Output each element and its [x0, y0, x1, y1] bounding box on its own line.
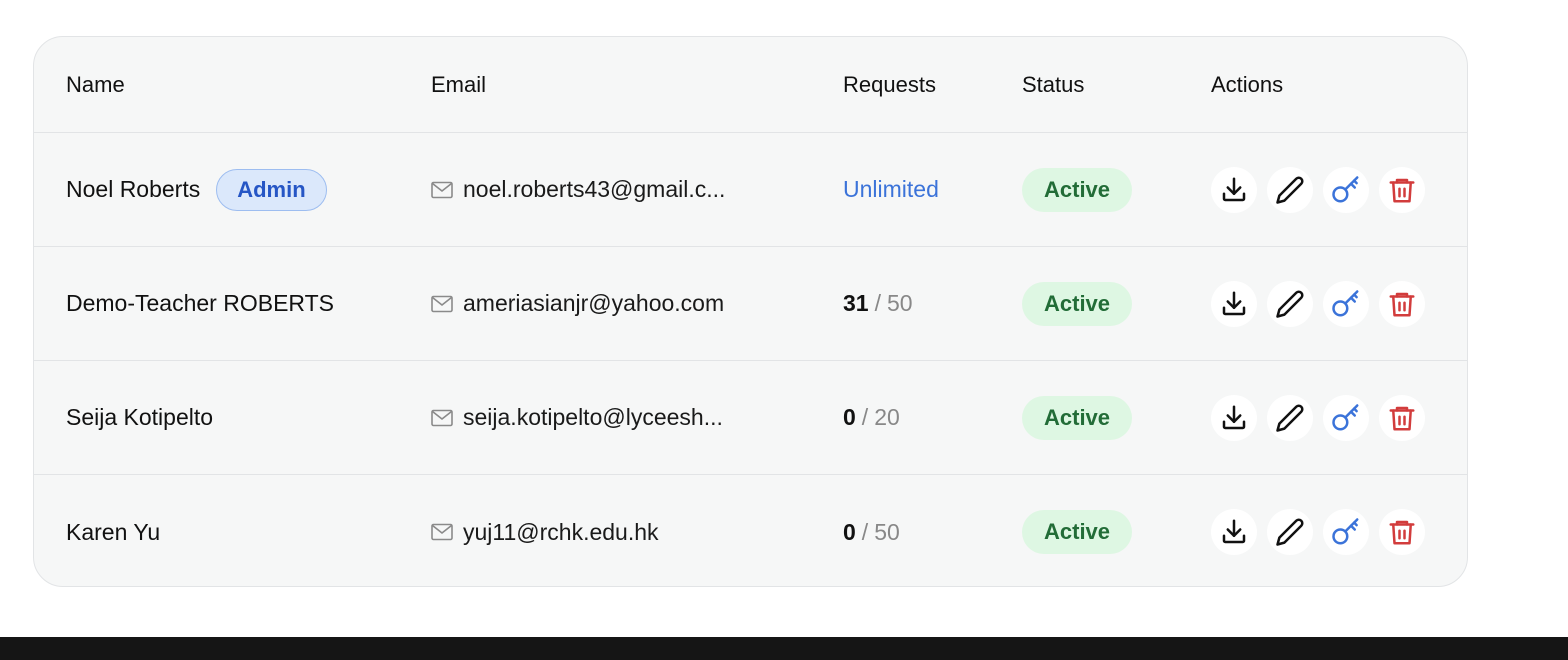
requests-cell: 0 / 20: [843, 361, 900, 474]
delete-button[interactable]: [1379, 280, 1425, 327]
email-cell: yuj11@rchk.edu.hk: [431, 475, 659, 586]
trash-icon: [1389, 178, 1415, 202]
requests-separator: /: [861, 404, 869, 430]
actions-cell: [1211, 133, 1435, 246]
trash-icon: [1389, 520, 1415, 545]
download-button[interactable]: [1211, 280, 1257, 327]
requests-separator: /: [861, 518, 869, 545]
header-actions: Actions: [1211, 71, 1284, 97]
delete-button[interactable]: [1379, 166, 1425, 213]
key-icon: [1332, 175, 1359, 202]
requests-used: 0: [843, 404, 856, 430]
requests-total: 50: [874, 518, 900, 545]
key-button[interactable]: [1323, 166, 1369, 213]
status-cell: Active: [1022, 361, 1133, 474]
mail-icon: [431, 295, 453, 312]
delete-button[interactable]: [1379, 394, 1425, 441]
actions-cell: [1211, 361, 1435, 474]
status-badge: Active: [1022, 281, 1133, 326]
download-icon: [1222, 519, 1246, 544]
requests-unlimited: Unlimited: [843, 176, 939, 202]
trash-icon: [1389, 292, 1415, 316]
trash-icon: [1389, 406, 1415, 430]
status-badge: Active: [1022, 167, 1133, 212]
actions-cell: [1211, 247, 1435, 360]
user-email: ameriasianjr@yahoo.com: [463, 290, 725, 316]
download-button[interactable]: [1211, 166, 1257, 213]
edit-button[interactable]: [1267, 280, 1313, 327]
admin-badge: Admin: [216, 168, 327, 211]
key-icon: [1332, 289, 1359, 316]
status-badge: Active: [1022, 395, 1133, 440]
header-status: Status: [1022, 71, 1085, 97]
pencil-icon: [1276, 518, 1304, 546]
user-email: noel.roberts43@gmail.c...: [463, 176, 726, 202]
users-table: Name Email Requests Status Actions Noel …: [33, 36, 1468, 587]
email-cell: seija.kotipelto@lyceesh...: [431, 361, 723, 474]
user-name: Demo-Teacher ROBERTS: [66, 290, 334, 316]
table-row: Karen Yu yuj11@rchk.edu.hk 0 / 50 Active: [34, 475, 1467, 586]
user-name: Noel Roberts: [66, 176, 201, 202]
key-button[interactable]: [1323, 509, 1369, 555]
status-cell: Active: [1022, 133, 1133, 246]
header-name: Name: [66, 71, 125, 97]
bottom-dark-bar: [0, 637, 1568, 660]
status-cell: Active: [1022, 247, 1133, 360]
mail-icon: [431, 181, 453, 198]
table-row: Seija Kotipelto seija.kotipelto@lyceesh.…: [34, 361, 1467, 475]
download-icon: [1222, 291, 1246, 315]
user-name: Seija Kotipelto: [66, 404, 214, 430]
user-name: Karen Yu: [66, 518, 161, 545]
download-icon: [1222, 177, 1246, 201]
header-requests: Requests: [843, 71, 936, 97]
actions-cell: [1211, 475, 1435, 586]
download-button[interactable]: [1211, 509, 1257, 555]
user-name-cell: Noel Roberts Admin: [66, 133, 327, 246]
pencil-icon: [1276, 403, 1304, 432]
download-icon: [1222, 405, 1246, 429]
requests-used: 0: [843, 518, 856, 545]
header-email: Email: [431, 71, 487, 97]
table-row: Noel Roberts Admin noel.roberts43@gmail.…: [34, 133, 1467, 247]
table-row: Demo-Teacher ROBERTS ameriasianjr@yahoo.…: [34, 247, 1467, 361]
key-icon: [1332, 518, 1359, 545]
mail-icon: [431, 523, 453, 541]
requests-separator: /: [874, 290, 881, 316]
user-name-cell: Seija Kotipelto: [66, 361, 213, 474]
user-email: seija.kotipelto@lyceesh...: [463, 404, 723, 430]
pencil-icon: [1276, 175, 1304, 204]
table-header: Name Email Requests Status Actions: [34, 37, 1467, 133]
mail-icon: [431, 409, 453, 426]
download-button[interactable]: [1211, 394, 1257, 441]
user-name-cell: Karen Yu: [66, 475, 161, 586]
key-button[interactable]: [1323, 280, 1369, 327]
requests-used: 31: [843, 290, 869, 316]
status-cell: Active: [1022, 475, 1133, 586]
requests-cell: 31 / 50: [843, 247, 913, 360]
edit-button[interactable]: [1267, 166, 1313, 213]
key-button[interactable]: [1323, 394, 1369, 441]
requests-total: 20: [874, 404, 900, 430]
edit-button[interactable]: [1267, 509, 1313, 555]
edit-button[interactable]: [1267, 394, 1313, 441]
requests-total: 50: [886, 290, 913, 316]
status-badge: Active: [1022, 510, 1133, 554]
email-cell: noel.roberts43@gmail.c...: [431, 133, 725, 246]
user-name-cell: Demo-Teacher ROBERTS: [66, 247, 334, 360]
key-icon: [1332, 403, 1359, 430]
requests-cell: Unlimited: [843, 133, 939, 246]
email-cell: ameriasianjr@yahoo.com: [431, 247, 724, 360]
requests-cell: 0 / 50: [843, 475, 900, 586]
delete-button[interactable]: [1379, 509, 1425, 555]
pencil-icon: [1276, 289, 1304, 318]
user-email: yuj11@rchk.edu.hk: [463, 518, 659, 545]
